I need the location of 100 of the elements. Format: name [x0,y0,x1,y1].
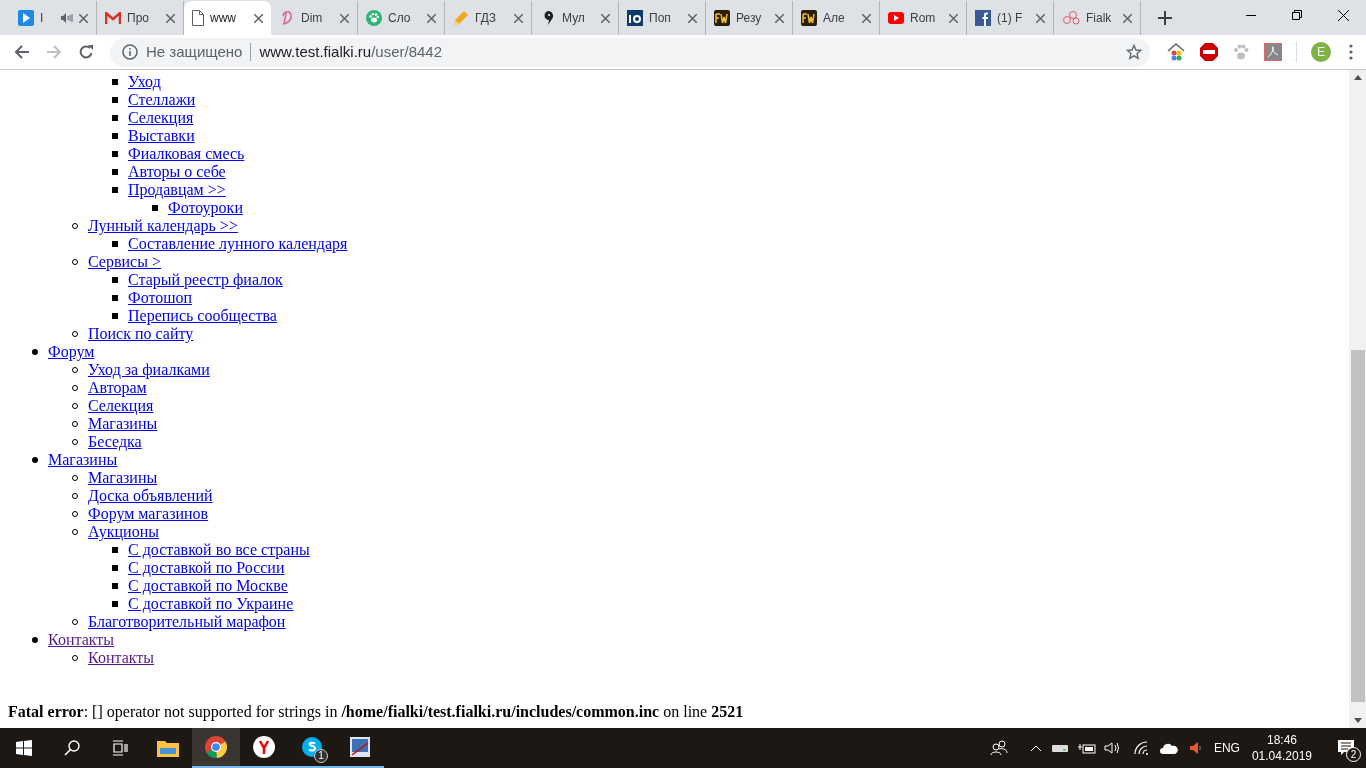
menu-link[interactable]: Селекция [88,397,154,415]
menu-link[interactable]: Магазины [88,469,158,487]
clock-time[interactable]: 18:46 [1266,732,1297,748]
scrollbar[interactable] [1349,70,1366,728]
menu-link[interactable]: Фотошоп [128,289,193,307]
menu-link[interactable]: Стеллажи [128,91,196,109]
menu-link[interactable]: Уход за фиалками [88,361,210,379]
close-icon [1337,9,1349,21]
menu-link[interactable]: Контакты [88,649,155,667]
menu-link[interactable]: Магазины [88,415,158,433]
menu-link[interactable]: Селекция [128,109,194,127]
browser-tab[interactable]: www [184,1,271,35]
menu-link[interactable]: Форум [48,343,95,361]
tab-title: Про [127,10,150,27]
menu-link[interactable]: Уход [128,73,161,91]
chrome-button[interactable] [192,728,240,768]
menu-link[interactable]: Выставки [128,127,195,145]
menu-link[interactable]: Авторам [88,379,147,397]
play-icon [18,10,34,26]
language-indicator[interactable]: ENG [1213,739,1240,757]
stop-sign-icon[interactable] [1200,43,1218,61]
paw-icon [366,10,382,26]
menu-link[interactable]: Фотоуроки [168,199,243,217]
close-tab-icon[interactable] [514,13,523,23]
clock-date[interactable]: 01.04.2019 [1251,748,1312,764]
menu-link[interactable]: Форум магазинов [88,505,209,523]
fw-logo-icon [801,10,817,26]
tab-title: Поп [649,10,672,27]
tab-title: Rom [910,10,937,27]
menu-link[interactable]: Составление лунного календаря [128,235,348,253]
action-center-button[interactable]: 2 [1326,728,1366,768]
pdf-icon[interactable] [1264,43,1282,61]
bullet-icon [112,277,118,283]
menu-link[interactable]: Магазины [48,451,118,469]
notification-badge: 1 [314,749,328,763]
menu-link[interactable]: С доставкой по России [128,559,285,577]
close-tab-icon[interactable] [340,13,349,23]
close-tab-icon[interactable] [949,13,958,23]
wifi-icon[interactable] [1133,741,1150,755]
close-tab-icon[interactable] [688,13,697,23]
folder-icon [157,739,179,757]
star-icon [1126,44,1142,60]
house-icon[interactable] [1166,42,1186,62]
drive-icon[interactable] [1051,744,1068,752]
video-play-icon [888,12,904,24]
close-tab-icon[interactable] [1036,13,1045,23]
menu-link[interactable]: С доставкой по Москве [128,577,288,595]
close-tab-icon[interactable] [254,13,263,23]
menu-link[interactable]: Беседка [88,433,142,451]
menu-link[interactable]: Сервисы > [88,253,161,271]
close-tab-icon[interactable] [775,13,784,23]
menu-link[interactable]: Доска объявлений [88,487,213,505]
menu-link[interactable]: С доставкой по Украине [128,595,294,613]
search-icon [64,740,80,756]
scrollbar-thumb[interactable] [1350,350,1365,702]
bullet-icon [112,565,118,571]
envelope-icon [105,12,121,24]
security-label: Не защищено [146,41,243,62]
minimize-icon [1246,14,1256,16]
chevron-up-icon[interactable] [1029,744,1042,752]
battery-icon[interactable] [1077,742,1096,754]
people-icon[interactable] [989,740,1008,756]
menu-link[interactable]: Лунный календарь >> [88,217,238,235]
close-tab-icon[interactable] [79,13,88,23]
cloud-icon[interactable] [1159,742,1178,754]
close-tab-icon[interactable] [601,13,610,23]
bullet-icon [112,133,118,139]
menu-link[interactable]: Перепись сообщества [128,307,277,325]
speaker-icon[interactable] [1103,741,1120,755]
menu-link[interactable]: С доставкой во все страны [128,541,310,559]
close-tab-icon[interactable] [862,13,871,23]
chrome-logo-icon [204,735,228,759]
menu-link[interactable]: Аукционы [88,523,159,541]
bullet-icon [112,241,118,247]
bullet-icon [32,637,38,643]
forward-arrow-icon [46,44,62,60]
close-tab-icon[interactable] [166,13,175,23]
tab-title: Резу [736,10,763,27]
menu-link[interactable]: Продавцам >> [128,181,226,199]
task-view-icon [112,740,128,756]
menu-link[interactable]: Благотворительный марафон [88,613,286,631]
fw-logo-icon [714,10,730,26]
address-bar[interactable]: Не защищено www.test.fialki.ru/user/8442 [110,37,1150,67]
close-tab-icon[interactable] [427,13,436,23]
document-icon [192,10,204,26]
bullet-icon [32,349,38,355]
menu-link[interactable]: Контакты [48,631,115,649]
menu-link[interactable]: Поиск по сайту [88,325,194,343]
close-tab-icon[interactable] [1123,13,1132,23]
script-letter-icon [279,10,295,26]
bullet-icon [112,97,118,103]
f-logo-icon [975,10,991,26]
skype-button[interactable]: 1 [288,728,336,768]
menu-icon[interactable] [1349,44,1353,60]
y-logo-icon [252,735,276,759]
menu-link[interactable]: Авторы о себе [128,163,226,181]
menu-link[interactable]: Старый реестр фиалок [128,271,283,289]
bullet-icon [112,601,118,607]
menu-link[interactable]: Фиалковая смесь [128,145,245,163]
bullet-icon [112,187,118,193]
